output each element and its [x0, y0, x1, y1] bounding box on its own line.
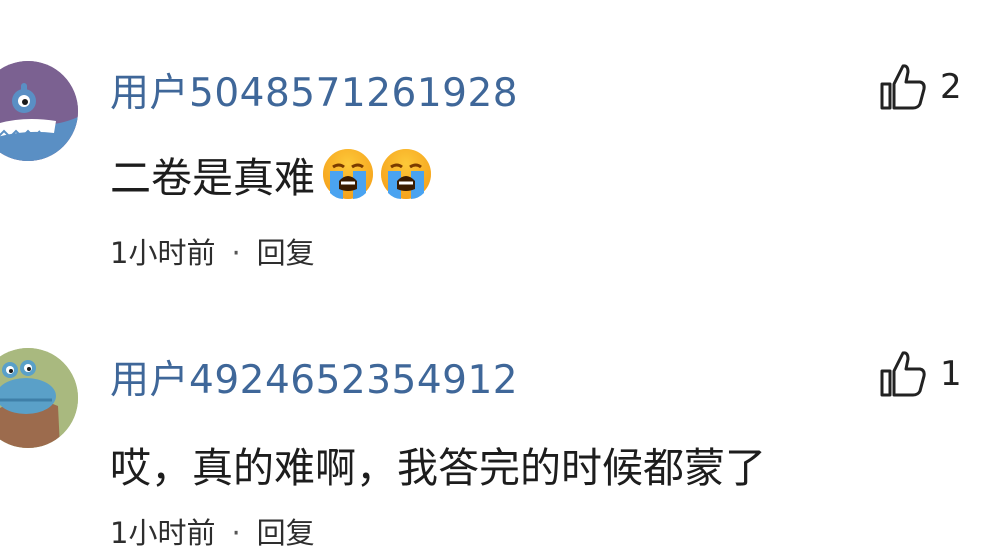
- like-button[interactable]: 2: [878, 62, 962, 112]
- comment-text: 二卷是真难: [110, 144, 433, 204]
- loudly-crying-face-icon: [381, 149, 431, 199]
- loudly-crying-face-icon: [323, 149, 373, 199]
- meta-separator: ·: [231, 236, 241, 270]
- blue-creature-avatar-icon: [0, 348, 78, 448]
- thumbs-up-icon: [880, 64, 926, 110]
- comment-text-content: 二卷是真难: [110, 154, 315, 202]
- like-button[interactable]: 1: [878, 349, 962, 399]
- comment-time: 1小时前: [110, 236, 216, 270]
- username[interactable]: 用户5048571261928: [110, 62, 518, 118]
- blue-monster-avatar-icon: [0, 61, 78, 161]
- comment-text: 哎，真的难啊，我答完的时候都蒙了: [110, 434, 766, 494]
- thumbs-up-icon: [880, 351, 926, 397]
- comment-time: 1小时前: [110, 516, 216, 550]
- avatar[interactable]: [0, 348, 78, 448]
- like-count: 1: [940, 354, 962, 394]
- comment-text-content: 哎，真的难啊，我答完的时候都蒙了: [110, 444, 766, 492]
- meta-separator: ·: [231, 516, 241, 550]
- comment-meta: 1小时前 · 回复: [110, 230, 315, 272]
- reply-button[interactable]: 回复: [257, 236, 315, 270]
- avatar[interactable]: [0, 61, 78, 161]
- username[interactable]: 用户4924652354912: [110, 349, 518, 405]
- comment-meta: 1小时前 · 回复: [110, 510, 315, 552]
- like-count: 2: [940, 67, 962, 107]
- reply-button[interactable]: 回复: [257, 516, 315, 550]
